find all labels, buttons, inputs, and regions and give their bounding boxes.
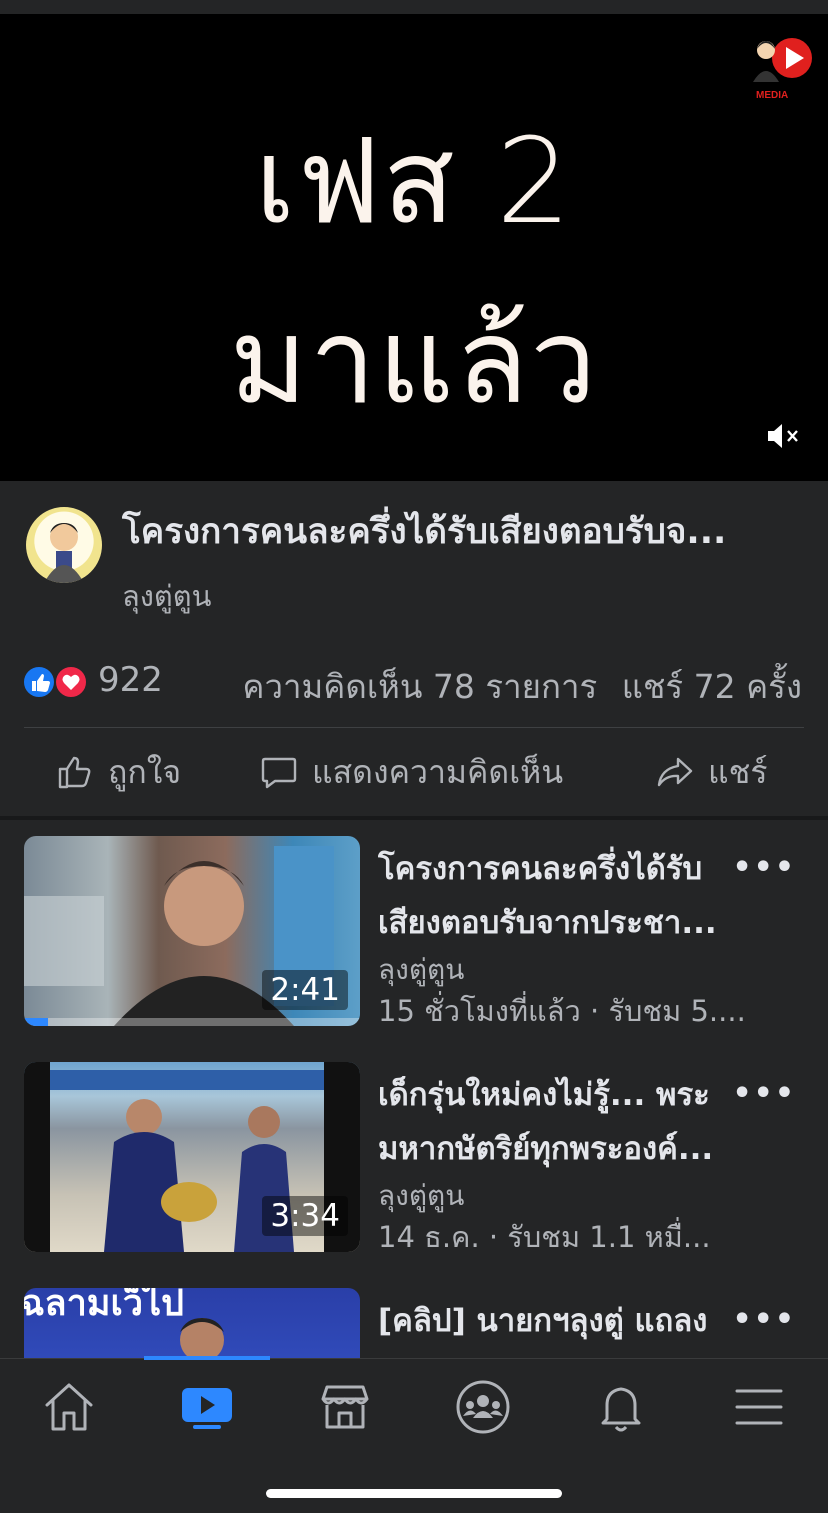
menu-icon[interactable] xyxy=(729,1377,789,1437)
post-header: โครงการคนละครึ่งได้รับเสียงตอบรับจ... ลุ… xyxy=(0,481,828,636)
share-count[interactable]: แชร์ 72 ครั้ง xyxy=(622,667,802,706)
video-title[interactable]: โครงการคนละครึ่งได้รับ เสียงตอบรับจากประ… xyxy=(378,842,756,950)
share-button[interactable]: แชร์ xyxy=(656,750,768,794)
video-thumbnail[interactable]: 3:34 xyxy=(24,1062,360,1252)
reaction-count[interactable]: 922 xyxy=(98,660,163,700)
video-author[interactable]: ลุงตู่ตูน xyxy=(378,948,464,992)
speaker-muted-icon[interactable] xyxy=(766,421,800,451)
video-caption-line2: มาแล้ว xyxy=(229,292,599,430)
thumbs-up-icon xyxy=(58,756,91,789)
marketplace-icon[interactable] xyxy=(315,1377,375,1437)
post-title[interactable]: โครงการคนละครึ่งได้รับเสียงตอบรับจ... xyxy=(122,503,802,561)
comment-share-counts: ความคิดเห็น 78 รายการ แชร์ 72 ครั้ง xyxy=(228,660,802,713)
comment-icon xyxy=(261,757,297,789)
section-separator xyxy=(0,816,828,820)
active-tab-indicator xyxy=(144,1356,270,1360)
status-bar xyxy=(0,0,828,14)
notifications-icon[interactable] xyxy=(591,1377,651,1437)
post-stats: 922 ความคิดเห็น 78 รายการ แชร์ 72 ครั้ง xyxy=(0,650,828,720)
home-icon[interactable] xyxy=(39,1377,99,1437)
video-caption-line1: เฟส 2 xyxy=(254,112,574,250)
channel-logo: MEDIA xyxy=(748,34,812,104)
like-label: ถูกใจ xyxy=(108,752,182,791)
video-thumbnail[interactable]: 2:41 xyxy=(24,836,360,1026)
video-duration: 3:34 xyxy=(262,1196,348,1236)
groups-icon[interactable] xyxy=(453,1377,513,1437)
video-thumbnail[interactable]: ฉลามเว็ไป xyxy=(24,1288,360,1358)
video-author[interactable]: ลุงตู่ตูน xyxy=(378,1174,464,1218)
list-item[interactable]: 2:41 โครงการคนละครึ่งได้รับ เสียงตอบรับจ… xyxy=(0,836,828,1036)
share-icon xyxy=(657,757,693,787)
more-options-icon[interactable]: ••• xyxy=(732,850,796,885)
comment-label: แสดงความคิดเห็น xyxy=(312,752,564,791)
video-duration: 2:41 xyxy=(262,970,348,1010)
watch-icon[interactable] xyxy=(177,1377,237,1437)
watch-progress-bar xyxy=(24,1018,360,1026)
more-options-icon[interactable]: ••• xyxy=(732,1076,796,1111)
post-actions: ถูกใจ แสดงความคิดเห็น แชร์ xyxy=(0,728,828,816)
love-reaction-icon xyxy=(54,665,88,699)
list-item[interactable]: 3:34 เด็กรุ่นใหม่คงไม่รู้... พระ มหากษัต… xyxy=(0,1062,828,1262)
video-meta: 15 ชั่วโมงที่แล้ว · รับชม 5.... xyxy=(378,994,746,1028)
video-title[interactable]: [คลิป] นายกฯลุงตู่ แถลง xyxy=(378,1294,756,1348)
video-title[interactable]: เด็กรุ่นใหม่คงไม่รู้... พระ มหากษัตริย์ท… xyxy=(378,1068,756,1176)
video-meta: 14 ธ.ค. · รับชม 1.1 หมื่... xyxy=(378,1220,711,1254)
more-options-icon[interactable]: ••• xyxy=(732,1302,796,1337)
page-avatar[interactable] xyxy=(26,507,102,583)
list-item[interactable]: ฉลามเว็ไป [คลิป] นายกฯลุงตู่ แถลง ••• xyxy=(0,1288,828,1358)
post-author[interactable]: ลุงตู่ตูน xyxy=(122,573,211,619)
like-button[interactable]: ถูกใจ xyxy=(56,750,181,794)
like-reaction-icon xyxy=(22,665,56,699)
logo-text: MEDIA xyxy=(756,90,789,101)
comment-count[interactable]: ความคิดเห็น 78 รายการ xyxy=(242,667,597,706)
comment-button[interactable]: แสดงความคิดเห็น xyxy=(260,750,563,794)
home-indicator[interactable] xyxy=(266,1489,562,1498)
share-label: แชร์ xyxy=(708,752,768,791)
video-player[interactable]: เฟส 2 มาแล้ว MEDIA xyxy=(0,14,828,481)
